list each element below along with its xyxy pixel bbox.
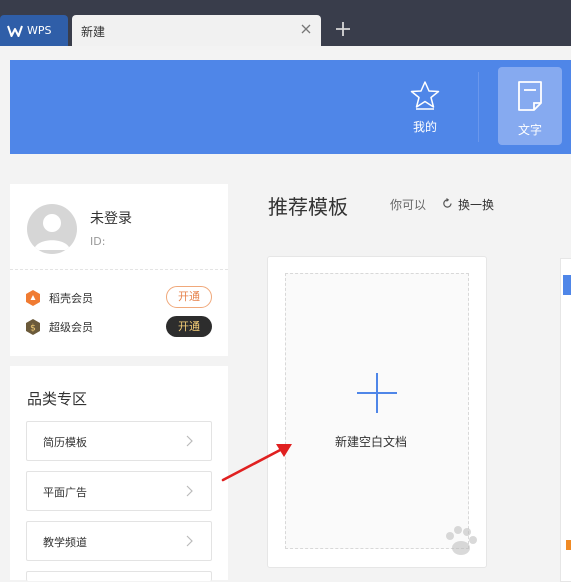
recommend-subtitle: 你可以 bbox=[390, 198, 427, 212]
category-item-label: 教学频道 bbox=[43, 536, 87, 549]
category-item-resume[interactable]: 简历模板 bbox=[26, 421, 212, 461]
avatar[interactable] bbox=[27, 204, 77, 254]
header-doc-button[interactable]: 文字 bbox=[498, 67, 562, 145]
category-item-label: 简历模板 bbox=[43, 436, 87, 449]
super-vip-icon: $ bbox=[26, 319, 40, 335]
annotation-arrow-icon bbox=[221, 444, 292, 482]
profile-divider bbox=[10, 269, 228, 270]
chevron-right-icon bbox=[186, 435, 193, 447]
watermark-paw-icon bbox=[446, 526, 477, 555]
category-item-graphic-ads[interactable]: 平面广告 bbox=[26, 471, 212, 511]
refresh-button[interactable]: 换一换 bbox=[458, 196, 494, 213]
wps-tab-label: WPS bbox=[27, 24, 52, 37]
tab-wps-home[interactable]: WPS bbox=[0, 15, 68, 46]
tab-new-label: 新建 bbox=[81, 25, 106, 39]
docer-vip-label: 稻壳会员 bbox=[49, 292, 93, 305]
header-mine-button[interactable]: 我的 bbox=[404, 80, 446, 140]
star-icon bbox=[410, 81, 440, 110]
svg-text:$: $ bbox=[30, 324, 36, 334]
user-name[interactable]: 未登录 bbox=[90, 208, 132, 228]
docer-vip-icon bbox=[26, 290, 40, 306]
new-tab-plus-icon[interactable] bbox=[334, 20, 352, 38]
user-silhouette-icon bbox=[34, 214, 70, 250]
new-blank-document-label[interactable]: 新建空白文档 bbox=[335, 433, 407, 450]
category-item-label: 平面广告 bbox=[43, 486, 87, 499]
header-mine-label: 我的 bbox=[412, 120, 437, 134]
document-icon bbox=[518, 81, 542, 111]
plus-icon[interactable] bbox=[356, 372, 398, 414]
header-doc-label: 文字 bbox=[517, 123, 542, 137]
docer-vip-open-button[interactable]: 开通 bbox=[166, 286, 212, 308]
chevron-right-icon bbox=[186, 535, 193, 547]
close-icon[interactable] bbox=[299, 22, 313, 36]
user-id: ID: bbox=[90, 235, 106, 248]
header-divider bbox=[478, 72, 479, 142]
recommend-title: 推荐模板 bbox=[268, 195, 348, 219]
category-title: 品类专区 bbox=[27, 390, 88, 408]
tab-new[interactable]: 新建 bbox=[72, 15, 321, 46]
super-vip-label: 超级会员 bbox=[49, 321, 93, 334]
wps-logo-icon bbox=[7, 25, 23, 37]
header-banner bbox=[10, 60, 571, 154]
chevron-right-icon bbox=[186, 485, 193, 497]
template-tag-partial bbox=[563, 275, 571, 295]
category-item-teaching[interactable]: 教学频道 bbox=[26, 521, 212, 561]
super-vip-open-button[interactable]: 开通 bbox=[166, 316, 212, 337]
refresh-icon[interactable] bbox=[442, 198, 453, 209]
